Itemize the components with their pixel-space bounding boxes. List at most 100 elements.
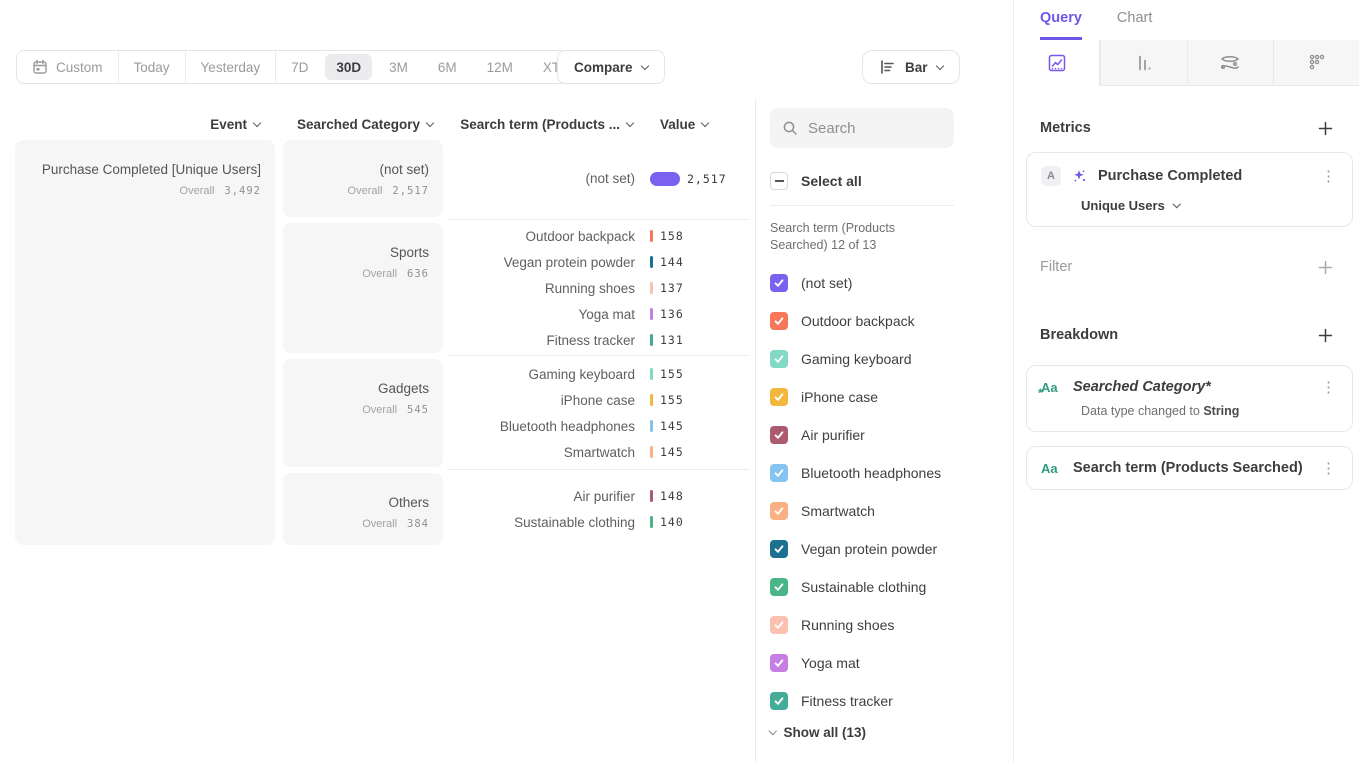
search-term-label: Air purifier	[447, 489, 635, 504]
chevron-down-icon	[701, 119, 709, 127]
legend-item[interactable]: Bluetooth headphones	[770, 454, 1013, 492]
measure-selector[interactable]: Unique Users	[1041, 198, 1338, 213]
chart-type-button[interactable]: Bar	[862, 50, 960, 84]
date-range-button[interactable]: Yesterday	[186, 51, 277, 83]
column-header-searched-category[interactable]: Searched Category	[283, 117, 433, 132]
value-number: 2,517	[687, 172, 727, 186]
table-row[interactable]: Smartwatch 145	[447, 439, 747, 465]
category-name: Gadgets	[293, 381, 429, 397]
series-checkbox[interactable]	[770, 692, 788, 710]
value-number: 155	[660, 393, 684, 407]
date-range-button[interactable]: Custom	[17, 51, 119, 83]
category-cell[interactable]: Sports Overall 636	[283, 223, 443, 353]
metrics-title: Metrics	[1040, 120, 1091, 136]
search-input[interactable]	[808, 120, 942, 137]
series-checkbox[interactable]	[770, 312, 788, 330]
group-rows: Gaming keyboard 155 iPhone case 155 Blue…	[443, 359, 747, 467]
legend-item[interactable]: Outdoor backpack	[770, 302, 1013, 340]
table-row[interactable]: Air purifier 148	[447, 483, 747, 509]
table-row[interactable]: Bluetooth headphones 145	[447, 413, 747, 439]
date-range-button[interactable]: 7D	[276, 51, 323, 83]
bar-chart-icon[interactable]	[1100, 40, 1186, 86]
insights-line-chart-icon[interactable]	[1014, 40, 1100, 86]
category-cell[interactable]: Gadgets Overall 545	[283, 359, 443, 467]
group-rows: (not set) 2,517	[443, 140, 747, 217]
date-range-button[interactable]: 3M	[374, 51, 423, 83]
table-row[interactable]: iPhone case 155	[447, 387, 747, 413]
table-row[interactable]: Vegan protein powder 144	[447, 249, 747, 275]
kebab-menu-icon[interactable]: ⋮	[1319, 461, 1338, 476]
series-checkbox[interactable]	[770, 616, 788, 634]
legend-item[interactable]: Gaming keyboard	[770, 340, 1013, 378]
value-bar-cell: 145	[650, 419, 684, 433]
table-row[interactable]: Fitness tracker 131	[447, 327, 747, 353]
legend-search-box[interactable]	[770, 108, 954, 148]
series-checkbox[interactable]	[770, 540, 788, 558]
value-number: 131	[660, 333, 684, 347]
value-number: 140	[660, 515, 684, 529]
compare-button[interactable]: Compare	[557, 50, 665, 84]
category-cell[interactable]: Others Overall 384	[283, 473, 443, 545]
table-row[interactable]: (not set) 2,517	[447, 166, 747, 192]
series-checkbox[interactable]	[770, 464, 788, 482]
legend-item[interactable]: Running shoes	[770, 606, 1013, 644]
date-range-label: 3M	[389, 60, 408, 75]
series-checkbox[interactable]	[770, 426, 788, 444]
legend-item[interactable]: Vegan protein powder	[770, 530, 1013, 568]
add-filter-button[interactable]	[1318, 260, 1333, 275]
breakdown-card-searched-category[interactable]: Aa* Searched Category* ⋮ Data type chang…	[1026, 365, 1353, 432]
legend-item[interactable]: (not set)	[770, 264, 1013, 302]
legend-item[interactable]: Yoga mat	[770, 644, 1013, 682]
kebab-menu-icon[interactable]: ⋮	[1319, 380, 1338, 395]
value-bar	[650, 308, 653, 320]
table-row[interactable]: Yoga mat 136	[447, 301, 747, 327]
legend-item[interactable]: Fitness tracker	[770, 682, 1013, 720]
series-checkbox[interactable]	[770, 388, 788, 406]
column-header-search-term[interactable]: Search term (Products ...	[447, 117, 633, 132]
breakdown-card-search-term[interactable]: Aa Search term (Products Searched) ⋮	[1026, 446, 1353, 490]
tab-query[interactable]: Query	[1040, 10, 1082, 40]
add-breakdown-button[interactable]	[1318, 328, 1333, 343]
legend-item-label: Sustainable clothing	[801, 579, 926, 595]
table-row[interactable]: Sustainable clothing 140	[447, 509, 747, 535]
value-bar	[650, 282, 653, 294]
series-checkbox[interactable]	[770, 274, 788, 292]
date-range-button[interactable]: 30D	[325, 54, 372, 80]
show-all-button[interactable]: Show all (13)	[770, 725, 1013, 740]
select-all-label: Select all	[801, 173, 862, 189]
add-metric-button[interactable]	[1318, 121, 1333, 136]
date-range-button[interactable]: 6M	[423, 51, 472, 83]
legend-item[interactable]: Air purifier	[770, 416, 1013, 454]
series-checkbox[interactable]	[770, 502, 788, 520]
table-row[interactable]: Running shoes 137	[447, 275, 747, 301]
retention-dots-icon[interactable]	[1273, 40, 1359, 86]
category-cell[interactable]: (not set) Overall 2,517	[283, 140, 443, 217]
search-term-label: Sustainable clothing	[447, 515, 635, 530]
legend-item[interactable]: Sustainable clothing	[770, 568, 1013, 606]
series-checkbox[interactable]	[770, 654, 788, 672]
value-bar-cell: 144	[650, 255, 684, 269]
select-all-control[interactable]: Select all	[770, 172, 1013, 190]
column-header-value[interactable]: Value	[660, 117, 718, 132]
chevron-down-icon	[935, 61, 943, 69]
value-bar	[650, 516, 653, 528]
series-checkbox[interactable]	[770, 350, 788, 368]
kebab-menu-icon[interactable]: ⋮	[1319, 169, 1338, 184]
legend-item[interactable]: Smartwatch	[770, 492, 1013, 530]
metric-card[interactable]: A Purchase Completed ⋮ Unique Users	[1026, 152, 1353, 227]
table-row[interactable]: Gaming keyboard 155	[447, 361, 747, 387]
legend-item[interactable]: iPhone case	[770, 378, 1013, 416]
tab-chart[interactable]: Chart	[1117, 10, 1152, 40]
column-header-event[interactable]: Event	[15, 117, 260, 132]
date-range-button[interactable]: Today	[119, 51, 186, 83]
flows-icon[interactable]	[1187, 40, 1273, 86]
series-checkbox[interactable]	[770, 578, 788, 596]
event-cell[interactable]: Purchase Completed [Unique Users] Overal…	[15, 140, 275, 545]
search-term-label: Running shoes	[447, 281, 635, 296]
value-number: 136	[660, 307, 684, 321]
table-row[interactable]: Outdoor backpack 158	[447, 223, 747, 249]
value-number: 145	[660, 419, 684, 433]
indeterminate-checkbox[interactable]	[770, 172, 788, 190]
date-range-button[interactable]: 12M	[472, 51, 528, 83]
overall-value: 2,517	[392, 185, 429, 197]
